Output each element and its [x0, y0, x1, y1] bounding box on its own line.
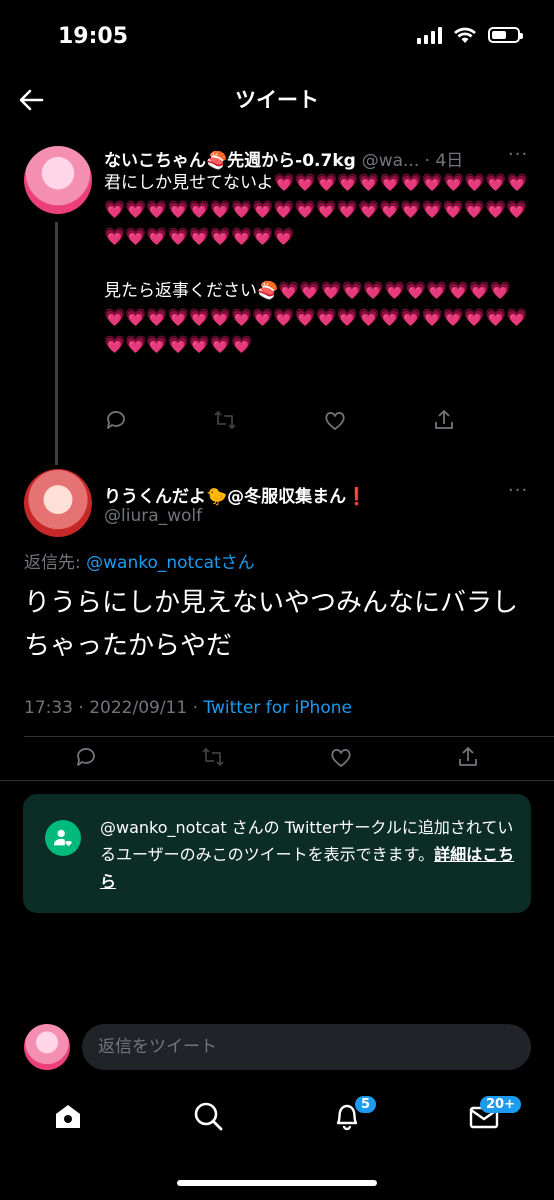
- like-button[interactable]: [329, 745, 353, 769]
- avatar[interactable]: [24, 469, 92, 537]
- avatar[interactable]: [24, 1024, 70, 1070]
- heart-icon: [331, 748, 351, 767]
- handle[interactable]: @liura_wolf: [104, 506, 202, 526]
- thread-line: [55, 222, 58, 465]
- circle-notice-text: @wanko_notcat さんの Twitterサークルに追加されているユーザ…: [100, 814, 515, 895]
- heart-icon: [325, 411, 345, 430]
- retweet-icon: [214, 411, 236, 429]
- source-link[interactable]: Twitter for iPhone: [203, 698, 352, 718]
- reply-button[interactable]: [104, 408, 128, 432]
- more-options-icon[interactable]: ···: [508, 144, 528, 165]
- signal-icon: [417, 26, 442, 44]
- tweet-actions: [74, 745, 480, 769]
- retweet-button[interactable]: [201, 745, 225, 769]
- status-time: 19:05: [58, 24, 129, 49]
- tweet-text: りうらにしか見えないやつみんなにバラしちゃったからやだ: [24, 588, 519, 661]
- reply-to-suffix: さん: [220, 553, 255, 573]
- divider: [24, 736, 554, 737]
- like-button[interactable]: [323, 408, 347, 432]
- share-button[interactable]: [432, 408, 456, 432]
- tweet-text: 君にしか見せてないよ💗💗💗💗💗💗💗💗💗💗💗💗💗💗💗💗💗💗💗💗💗💗💗💗💗💗💗💗💗💗…: [104, 173, 528, 355]
- search-icon: [194, 1102, 223, 1131]
- share-icon: [435, 410, 453, 429]
- share-button[interactable]: [456, 745, 480, 769]
- circle-notice: @wanko_notcat さんの Twitterサークルに追加されているユーザ…: [23, 794, 531, 913]
- retweet-icon: [202, 748, 224, 766]
- divider: [0, 780, 554, 781]
- tab-bar: 5 20+: [0, 1086, 554, 1156]
- share-icon: [459, 747, 477, 766]
- home-icon: [56, 1105, 80, 1128]
- messages-badge: 20+: [480, 1096, 521, 1113]
- reply-input[interactable]: [82, 1024, 531, 1070]
- avatar[interactable]: [24, 146, 92, 214]
- reply-button[interactable]: [74, 745, 98, 769]
- reply-to: 返信先: @wanko_notcatさん: [24, 548, 255, 573]
- timestamp: 17:33 · 2022/09/11 ·: [24, 698, 204, 718]
- status-icons: [417, 26, 523, 44]
- tweet-actions: [104, 408, 456, 432]
- wifi-icon: [454, 27, 476, 43]
- reply-to-handle[interactable]: @wanko_notcat: [86, 553, 221, 573]
- tab-home[interactable]: [52, 1100, 84, 1132]
- battery-icon: [488, 27, 523, 43]
- tweet-author[interactable]: ないこちゃん🍣先週から-0.7kg @wa... · 4日: [104, 146, 463, 171]
- tab-messages[interactable]: 20+: [468, 1096, 521, 1132]
- notifications-badge: 5: [355, 1096, 377, 1113]
- home-indicator: [177, 1180, 377, 1186]
- tab-search[interactable]: [192, 1100, 224, 1132]
- retweet-button[interactable]: [213, 408, 237, 432]
- display-name: ないこちゃん🍣先週から-0.7kg: [104, 151, 356, 171]
- reply-to-prefix: 返信先:: [24, 553, 87, 573]
- reply-icon: [77, 748, 95, 766]
- display-name[interactable]: りうくんだよ🐤@冬服収集まん❗️: [104, 482, 367, 507]
- page-title: ツイート: [235, 88, 319, 112]
- more-options-icon[interactable]: ···: [508, 480, 528, 501]
- tweet-meta: 17:33 · 2022/09/11 · Twitter for iPhone: [24, 698, 352, 718]
- tab-notifications[interactable]: 5: [331, 1096, 377, 1132]
- reply-icon: [107, 411, 125, 429]
- handle-time: @wa... · 4日: [361, 151, 464, 171]
- circle-user-icon: [45, 820, 81, 856]
